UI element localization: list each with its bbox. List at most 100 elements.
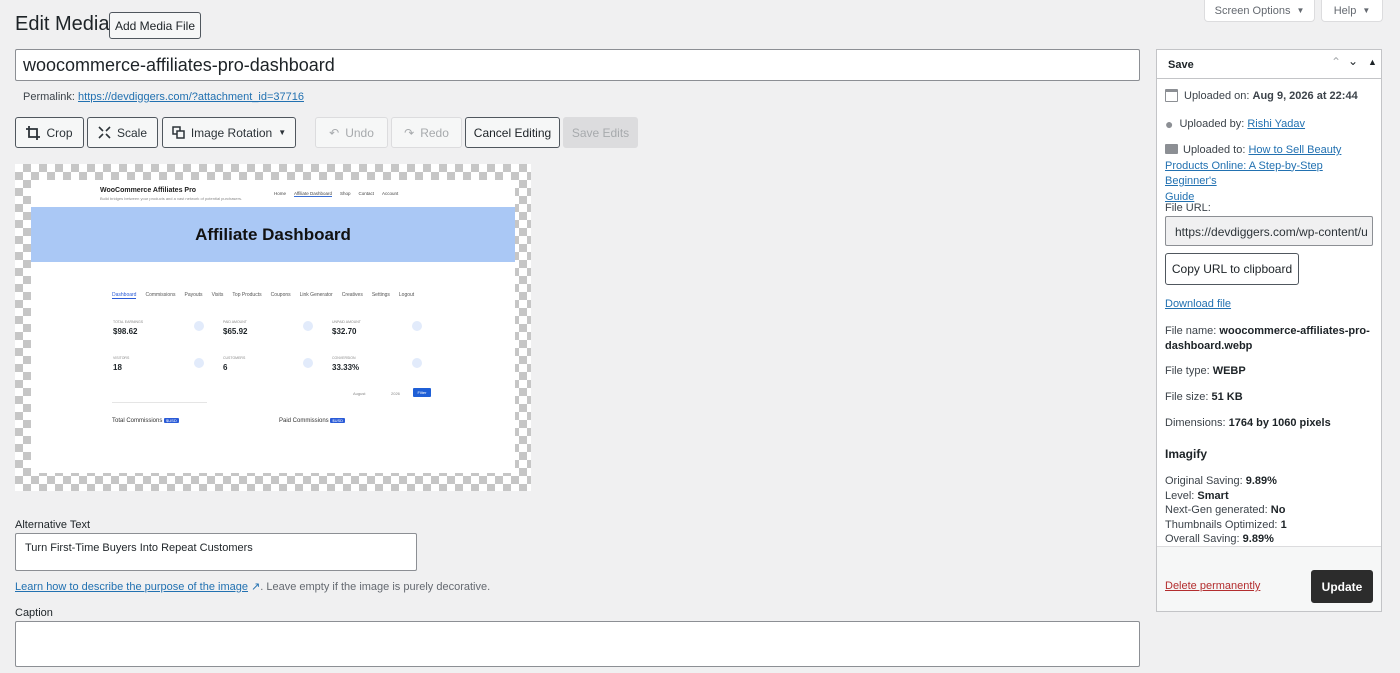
preview-tab: Top Products [232,292,262,298]
redo-button[interactable]: ↷ Redo [391,117,462,148]
alt-text-help-link[interactable]: Learn how to describe the purpose of the… [15,581,248,593]
stat-label: CONVERSION [332,356,356,360]
permalink-label: Permalink: [23,91,75,103]
stat-value: $98.62 [113,327,138,336]
dimensions-row: Dimensions: 1764 by 1060 pixels [1165,417,1331,429]
chevron-down-icon[interactable]: ⌄ [1348,54,1358,68]
image-preview: WooCommerce Affiliates Pro Build bridges… [31,180,515,473]
stat-icon [303,321,313,331]
alt-text-label: Alternative Text [15,519,91,531]
stat-icon [194,358,204,368]
undo-button[interactable]: ↶ Undo [315,117,388,148]
image-rotation-button[interactable]: Image Rotation ▼ [162,117,296,148]
caret-down-icon: ▼ [278,128,287,137]
dimensions-value: 1764 by 1060 pixels [1228,417,1331,429]
currency-badge: $USD [330,418,346,423]
level-label: Level: [1165,489,1195,502]
preview-tab: Coupons [270,292,291,298]
crop-button[interactable]: Crop [15,117,84,148]
save-edits-button[interactable]: Save Edits [563,117,638,148]
file-url-field[interactable]: https://devdiggers.com/wp-content/u [1165,216,1373,246]
preview-tab: Commissions [145,292,176,298]
stat-label: TOTAL EARNINGS [113,320,144,324]
download-file-link[interactable]: Download file [1165,298,1231,310]
stat-label: CUSTOMERS [223,356,246,360]
screen-options-button[interactable]: Screen Options ▼ [1204,0,1315,22]
filter-month: August [353,391,366,396]
image-canvas[interactable]: WooCommerce Affiliates Pro Build bridges… [15,164,531,491]
stat-label: PAID AMOUNT [223,320,247,324]
chart1-title: Total Commissions $USD [112,418,179,424]
undo-icon: ↶ [329,125,340,140]
crop-icon [26,125,41,140]
chart2-title: Paid Commissions $USD [279,418,346,424]
caption-label: Caption [15,607,53,619]
add-media-file-button[interactable]: Add Media File [109,12,201,39]
title-input[interactable]: woocommerce-affiliates-pro-dashboard [15,49,1140,81]
permalink-link[interactable]: https://devdiggers.com/?attachment_id=37… [78,91,304,103]
file-size-label: File size: [1165,391,1209,403]
preview-tab: Visits [211,292,224,298]
caret-down-icon: ▼ [1362,6,1371,15]
toggle-icon[interactable]: ▲ [1368,57,1377,67]
uploaded-on-row: Uploaded on: Aug 9, 2026 at 22:44 [1165,89,1358,102]
preview-tab: Logout [398,292,415,298]
stat-icon [412,321,422,331]
help-button[interactable]: Help ▼ [1321,0,1383,22]
uploaded-to-label: Uploaded to: [1183,144,1246,156]
preview-tabs: Dashboard Commissions Payouts Visits Top… [112,292,414,299]
redo-icon: ↷ [404,125,415,140]
stat-icon [303,358,313,368]
file-size-row: File size: 51 KB [1165,391,1243,403]
stat-label: VISITORS [113,356,130,360]
help-label: Help [1333,4,1357,17]
stat-value: 6 [223,363,228,372]
uploaded-to-link-line2[interactable]: Products Online: A Step-by-Step Beginner… [1165,160,1323,188]
redo-label: Redo [420,125,449,140]
uploaded-by-row: ● Uploaded by: Rishi Yadav [1165,116,1305,132]
overall-saving-label: Overall Saving: [1165,533,1240,546]
thumbs-value: 1 [1280,518,1287,531]
uploaded-to-link-line3[interactable]: Guide [1165,191,1194,203]
preview-nav-item: Affiliate Dashboard [294,191,332,197]
file-name-label: File name: [1165,325,1217,337]
preview-tab: Link Generator [299,292,333,298]
stat-icon [194,321,204,331]
filter-button: Filter [413,388,431,397]
alt-text-value: Turn First-Time Buyers Into Repeat Custo… [25,542,253,554]
uploaded-to-link[interactable]: How to Sell Beauty [1248,144,1341,156]
nextgen-value: No [1270,504,1286,517]
chart1-title-text: Total Commissions [112,418,163,424]
update-button[interactable]: Update [1311,570,1373,603]
copy-url-button[interactable]: Copy URL to clipboard [1165,253,1299,285]
rotate-icon [172,126,185,139]
chevron-up-icon[interactable]: ⌃ [1331,55,1341,69]
file-type-label: File type: [1165,365,1210,377]
caret-down-icon: ▼ [1296,6,1305,15]
overall-saving-value: 9.89% [1242,533,1274,546]
nextgen-label: Next-Gen generated: [1165,504,1268,517]
preview-tab: Payouts [184,292,203,298]
file-size-value: 51 KB [1211,391,1243,403]
stat-value: 33.33% [332,363,360,372]
delete-permanently-link[interactable]: Delete permanently [1165,580,1260,592]
scale-button[interactable]: Scale [87,117,158,148]
user-icon: ● [1165,116,1174,132]
original-saving-value: 9.89% [1245,475,1277,487]
uploaded-by-link[interactable]: Rishi Yadav [1247,118,1305,130]
chart-divider [112,402,207,403]
thumbs-label: Thumbnails Optimized: [1165,518,1278,531]
imagify-stats: Original Saving: 9.89% Level: Smart Next… [1165,474,1287,547]
preview-brand: WooCommerce Affiliates Pro [100,187,197,194]
uploaded-on-value: Aug 9, 2026 at 22:44 [1252,89,1358,102]
stat-value: 18 [113,363,122,372]
file-name-value-line2: dashboard.webp [1165,340,1253,352]
preview-hero-title: Affiliate Dashboard [195,224,351,244]
scale-icon [98,126,111,139]
alt-text-field[interactable]: Turn First-Time Buyers Into Repeat Custo… [15,533,417,571]
caption-field[interactable] [15,621,1140,667]
preview-nav-item: Account [382,191,399,196]
imagify-title: Imagify [1165,447,1208,461]
cancel-editing-button[interactable]: Cancel Editing [465,117,560,148]
stat-icon [412,358,422,368]
